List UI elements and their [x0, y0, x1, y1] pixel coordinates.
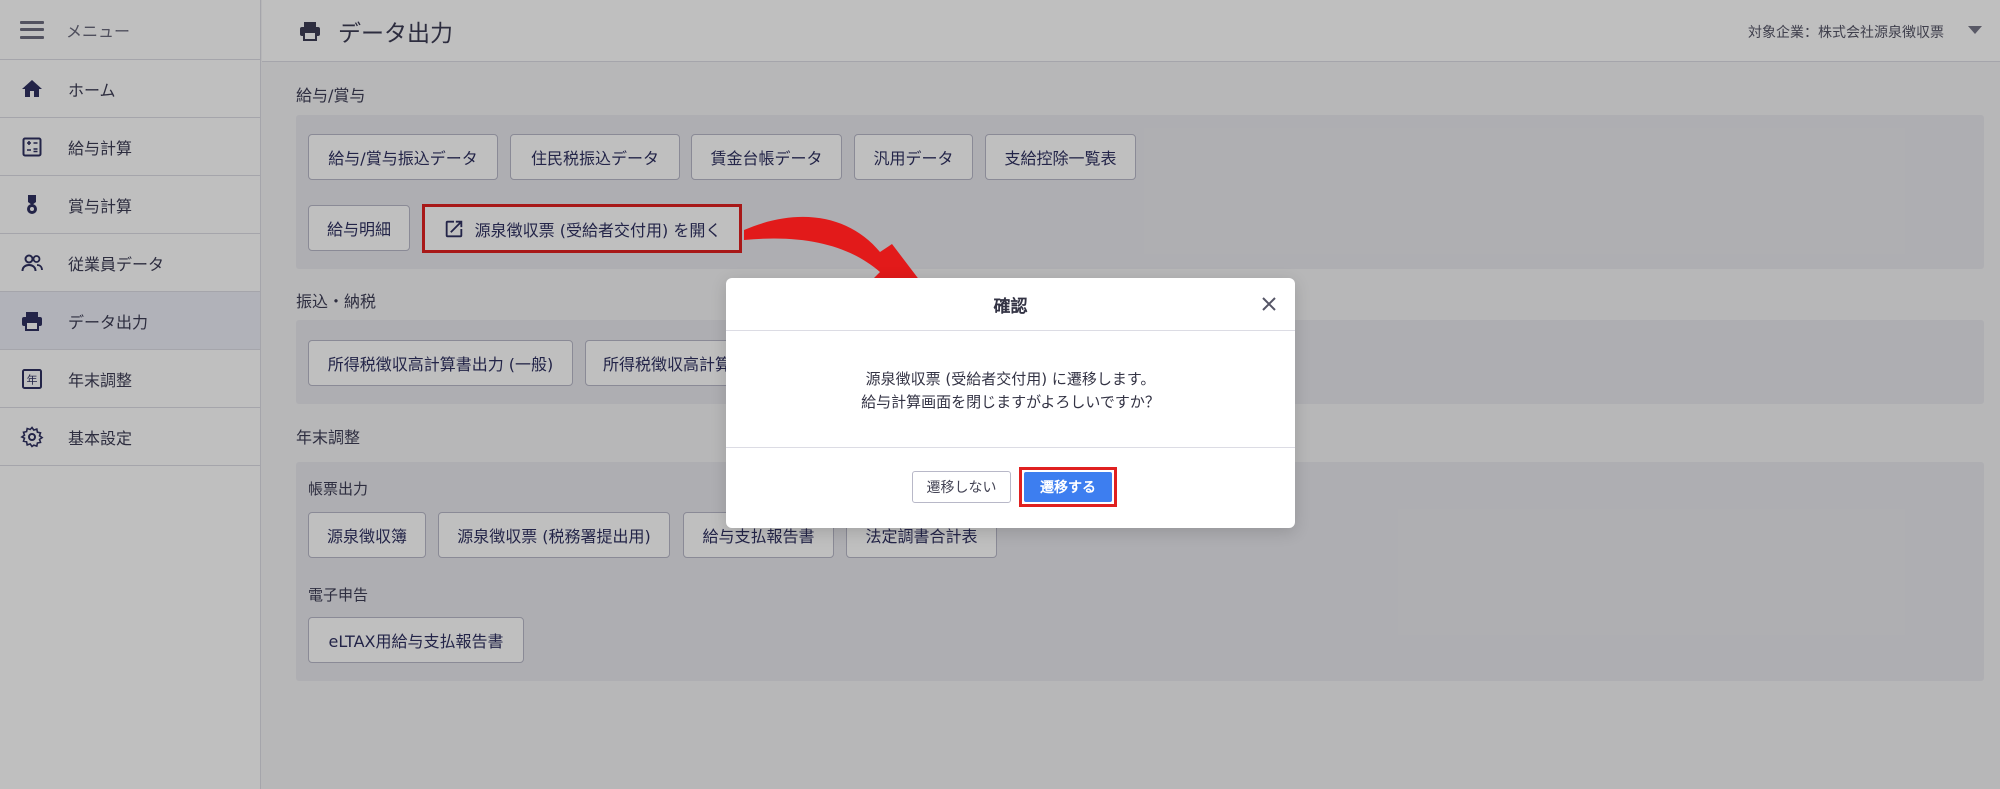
- close-icon[interactable]: [1257, 292, 1281, 316]
- calculator-icon: [20, 135, 44, 159]
- chevron-down-icon[interactable]: [1968, 26, 1982, 34]
- sidebar-item-label: データ出力: [68, 312, 149, 332]
- gear-icon: [20, 425, 44, 449]
- section-title-transfer: 振込・納税: [296, 292, 377, 311]
- dialog-message-line1: 源泉徴収票 (受給者交付用) に遷移します。: [865, 370, 1156, 388]
- dialog-message-line2: 給与計算画面を閉じますがよろしいですか？: [861, 393, 1160, 411]
- sidebar-item-label: ホーム: [68, 80, 116, 100]
- confirm-dialog: 確認 源泉徴収票 (受給者交付用) に遷移します。 給与計算画面を閉じますがよろ…: [726, 278, 1295, 528]
- home-icon: [20, 77, 44, 101]
- sidebar-menu-header[interactable]: メニュー: [0, 0, 260, 60]
- payslip-button[interactable]: 給与明細: [308, 205, 410, 251]
- dialog-header: 確認: [726, 278, 1295, 331]
- hamburger-icon[interactable]: [20, 20, 44, 39]
- open-withholding-slip-button[interactable]: 源泉徴収票 (受給者交付用) を開く: [422, 204, 742, 253]
- resident-tax-transfer-button[interactable]: 住民税振込データ: [510, 134, 680, 180]
- dialog-title: 確認: [993, 296, 1028, 317]
- general-data-button[interactable]: 汎用データ: [854, 134, 973, 180]
- sidebar-item-label: 賞与計算: [68, 196, 133, 216]
- people-icon: [20, 251, 44, 275]
- sidebar-item-label: 従業員データ: [68, 254, 165, 274]
- company-selector[interactable]: 対象企業：株式会社源泉徴収票: [1748, 22, 1944, 42]
- svg-text:年: 年: [27, 372, 38, 386]
- menu-label: メニュー: [66, 21, 131, 41]
- confirm-button-highlight: 遷移する: [1019, 467, 1117, 507]
- dialog-footer: 遷移しない 遷移する: [726, 448, 1295, 527]
- print-icon: [20, 309, 44, 333]
- section-title-yearend: 年末調整: [296, 428, 361, 447]
- sidebar-item-label: 基本設定: [68, 428, 133, 448]
- subsection-forms: 帳票出力: [308, 480, 369, 498]
- confirm-button[interactable]: 遷移する: [1024, 472, 1112, 502]
- subsection-e-filing: 電子申告: [308, 586, 369, 604]
- salary-transfer-data-button[interactable]: 給与/賞与振込データ: [308, 134, 498, 180]
- sidebar-item-home[interactable]: ホーム: [0, 60, 260, 118]
- withholding-book-button[interactable]: 源泉徴収簿: [308, 512, 426, 558]
- external-link-icon: [445, 220, 462, 237]
- cancel-button[interactable]: 遷移しない: [912, 471, 1011, 503]
- sidebar-item-year-end[interactable]: 年 年末調整: [0, 350, 260, 408]
- income-tax-general-button[interactable]: 所得税徴収高計算書出力 (一般): [308, 340, 573, 386]
- section-title-salary: 給与/賞与: [296, 86, 366, 105]
- print-icon: [300, 21, 320, 41]
- wage-ledger-button[interactable]: 賃金台帳データ: [691, 134, 842, 180]
- nen-icon: 年: [20, 367, 44, 391]
- eltax-report-button[interactable]: eLTAX用給与支払報告書: [308, 617, 524, 663]
- open-withholding-slip-label: 源泉徴収票 (受給者交付用) を開く: [474, 220, 722, 240]
- dialog-body: 源泉徴収票 (受給者交付用) に遷移します。 給与計算画面を閉じますがよろしいで…: [726, 331, 1295, 448]
- award-icon: [20, 193, 44, 217]
- sidebar-item-employees[interactable]: 従業員データ: [0, 234, 260, 292]
- sidebar-item-label: 給与計算: [68, 138, 133, 158]
- sidebar-item-settings[interactable]: 基本設定: [0, 408, 260, 466]
- sidebar-item-label: 年末調整: [68, 370, 133, 390]
- sidebar: メニュー ホーム 給与計算 賞与計算 従業員データ データ出力 年 年末調整 基…: [0, 0, 261, 789]
- sidebar-item-data-output[interactable]: データ出力: [0, 292, 260, 350]
- deduction-list-button[interactable]: 支給控除一覧表: [985, 134, 1136, 180]
- page-title: データ出力: [338, 20, 453, 47]
- page-header: データ出力: [262, 0, 2000, 62]
- sidebar-item-bonus[interactable]: 賞与計算: [0, 176, 260, 234]
- sidebar-item-payroll[interactable]: 給与計算: [0, 118, 260, 176]
- withholding-slip-tax-office-button[interactable]: 源泉徴収票 (税務署提出用): [438, 512, 670, 558]
